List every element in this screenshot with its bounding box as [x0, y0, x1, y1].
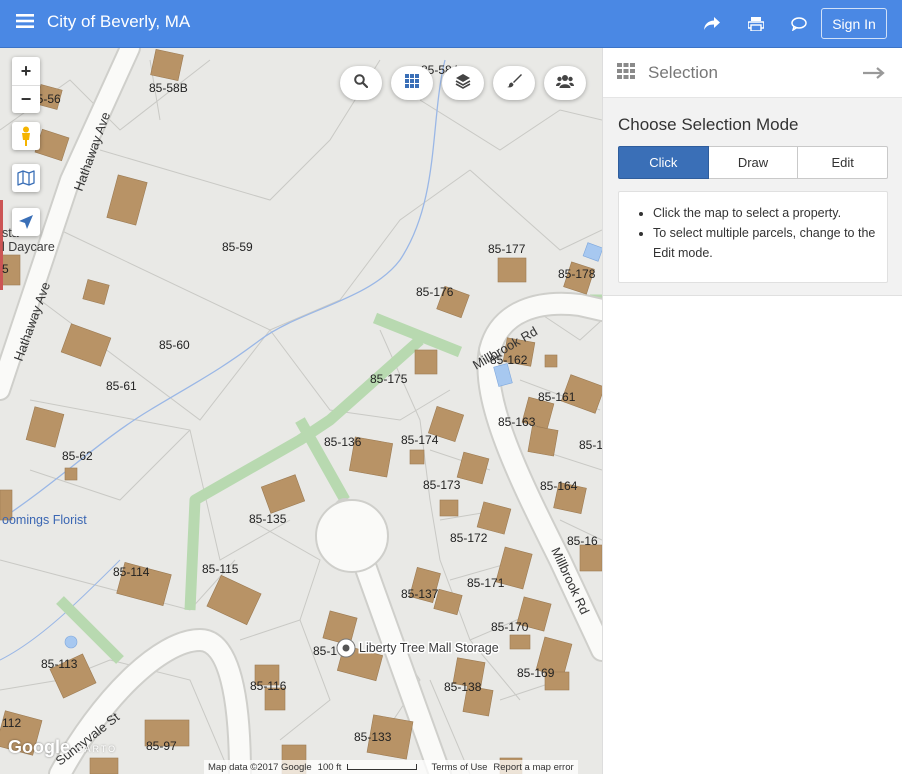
- parcel-label: 85-175: [370, 372, 408, 386]
- parcel-label: 85-178: [558, 267, 596, 281]
- poi-label: l Daycare: [2, 240, 55, 254]
- parcel-label: 85-114: [113, 565, 150, 579]
- scale-label: 100 ft: [317, 761, 342, 773]
- selection-tool-button[interactable]: [391, 66, 433, 100]
- users-button[interactable]: [544, 66, 586, 100]
- parcel-label: 85-1: [579, 438, 602, 452]
- panel-title: Selection: [648, 63, 718, 82]
- parcel-label: 85-135: [249, 512, 287, 526]
- layers-button[interactable]: [442, 66, 484, 100]
- share-icon[interactable]: [699, 12, 725, 36]
- carto-logo: CARTO: [76, 744, 118, 754]
- locate-icon[interactable]: [12, 208, 40, 236]
- search-icon: [354, 73, 369, 93]
- parcel-label: 85-16: [567, 534, 598, 548]
- selection-panel: Selection Choose Selection Mode Click Dr…: [602, 48, 902, 774]
- parcel-label: 85-62: [62, 449, 93, 463]
- users-icon: [556, 74, 574, 93]
- sign-in-button[interactable]: Sign In: [821, 8, 887, 39]
- street-label: Millbrook Rd: [548, 545, 592, 617]
- mode-edit-button[interactable]: Edit: [798, 146, 889, 179]
- layers-icon: [455, 73, 471, 94]
- print-icon[interactable]: [743, 12, 769, 36]
- mode-click-button[interactable]: Click: [618, 146, 709, 179]
- selection-mode-title: Choose Selection Mode: [618, 115, 799, 134]
- parcel-label: 85-97: [146, 739, 177, 753]
- zoom-out-button[interactable]: −: [12, 85, 40, 113]
- parcel-label: 85-1: [313, 644, 337, 658]
- parcel-label: 85-172: [450, 531, 488, 545]
- grid-icon: [405, 73, 419, 93]
- parcel-label: 85-174: [401, 433, 439, 447]
- parcel-label: 85-115: [202, 562, 239, 576]
- storage-marker-dot: [342, 644, 350, 652]
- draw-button[interactable]: [493, 66, 535, 100]
- parcel-label: 85-61: [106, 379, 137, 393]
- terms-link[interactable]: Terms of Use: [431, 762, 487, 773]
- parcel-label: 85-113: [41, 657, 78, 671]
- parcel-label: 85-59: [222, 240, 253, 254]
- parcel-label: 85-161: [538, 390, 576, 404]
- street-label: Hathaway Ave: [71, 110, 113, 193]
- parcel-label: 85-163: [498, 415, 536, 429]
- app-title: City of Beverly, MA: [47, 12, 191, 31]
- parcel-label: 85-60: [159, 338, 190, 352]
- pegman-icon[interactable]: [12, 122, 40, 150]
- parcel-label: 85-133: [354, 730, 392, 744]
- panel-header: Selection: [603, 48, 902, 98]
- paint-brush-icon: [506, 73, 522, 93]
- instructions-box: Click the map to select a property. To s…: [618, 191, 888, 283]
- scale-bar: [347, 764, 418, 770]
- parcel-label: 85-170: [491, 620, 529, 634]
- zoom-in-button[interactable]: +: [12, 57, 40, 85]
- comment-icon[interactable]: [786, 12, 812, 36]
- parcel-label: 85-164: [540, 479, 578, 493]
- parcel-label: 112: [2, 716, 21, 730]
- grid-icon: [617, 63, 635, 84]
- street-label: Hathaway Ave: [11, 280, 53, 363]
- parcel-label: 85-176: [416, 285, 454, 299]
- zoom-control: + −: [12, 57, 40, 113]
- parcel-label: 85-171: [467, 576, 505, 590]
- search-button[interactable]: [340, 66, 382, 100]
- poi-label: Liberty Tree Mall Storage: [359, 641, 499, 655]
- google-logo: Google: [8, 737, 70, 757]
- report-link[interactable]: Report a map error: [493, 762, 573, 773]
- map-attribution: Map data ©2017 Google 100 ft Terms of Us…: [204, 760, 578, 774]
- map-view[interactable]: 85-58B 85-56 85-584 85-59 85-60 85-61 85…: [0, 48, 602, 774]
- selection-mode-toggle: Click Draw Edit: [618, 146, 889, 179]
- parcel-label: 85-173: [423, 478, 461, 492]
- mode-draw-button[interactable]: Draw: [708, 146, 799, 179]
- parcel-labels: 85-58B 85-56 85-584 85-59 85-60 85-61 85…: [2, 63, 602, 768]
- hamburger-icon[interactable]: [12, 10, 38, 36]
- parcel-label: 85-58B: [149, 81, 188, 95]
- poi-label: oomings Florist: [2, 513, 87, 527]
- instruction-item: Click the map to select a property.: [653, 203, 877, 223]
- panel-body: Choose Selection Mode Click Draw Edit Cl…: [603, 98, 902, 296]
- map-data-text: Map data ©2017 Google: [208, 761, 312, 773]
- parcel-label: 85-177: [488, 242, 526, 256]
- parcel-label: 85-137: [401, 587, 439, 601]
- instruction-item: To select multiple parcels, change to th…: [653, 223, 877, 263]
- basemap-icon[interactable]: [12, 164, 40, 192]
- parcel-label: 85-169: [517, 666, 555, 680]
- parcel-label: 85-138: [444, 680, 482, 694]
- parcel-label: 85-116: [250, 679, 287, 693]
- parcel-label: 5: [2, 262, 9, 276]
- arrow-right-icon[interactable]: [863, 62, 885, 85]
- parcel-label: 85-136: [324, 435, 362, 449]
- top-bar: City of Beverly, MA Sign In: [0, 0, 902, 48]
